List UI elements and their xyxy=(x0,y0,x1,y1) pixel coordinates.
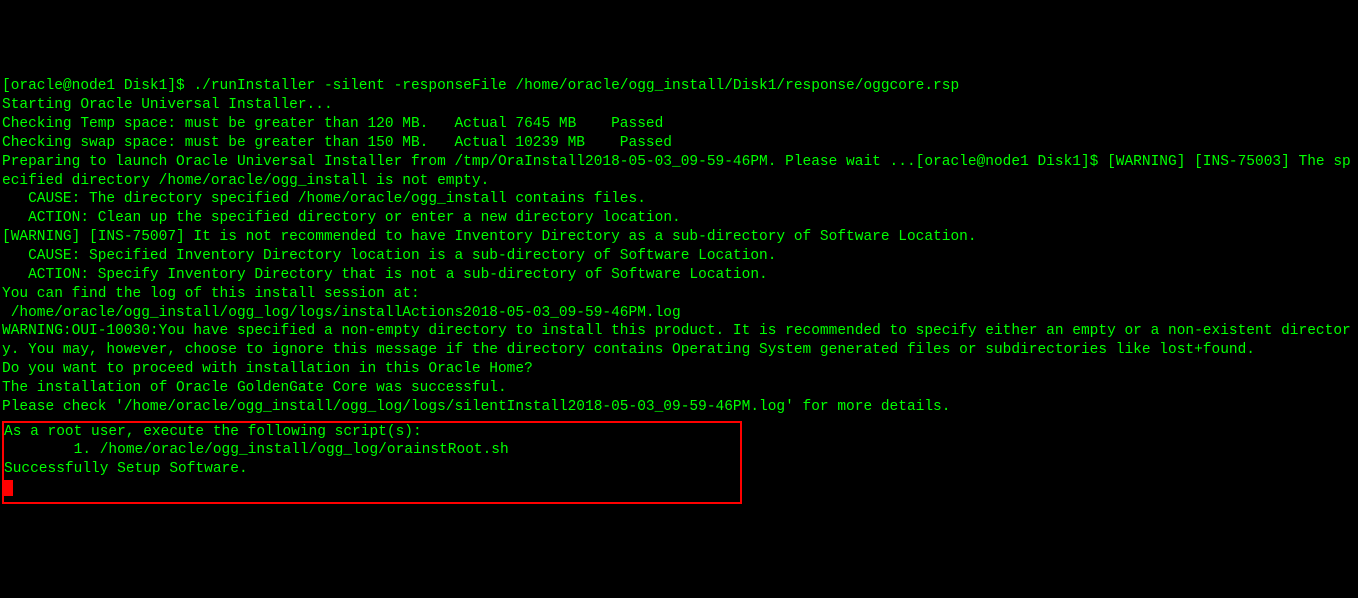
output-line: As a root user, execute the following sc… xyxy=(4,423,736,442)
output-line: Preparing to launch Oracle Universal Ins… xyxy=(2,153,1356,191)
output-line: Successfully Setup Software. xyxy=(4,460,736,479)
terminal-cursor xyxy=(4,480,13,496)
shell-prompt: [oracle@node1 Disk1]$ xyxy=(2,78,193,94)
output-line: The installation of Oracle GoldenGate Co… xyxy=(2,379,1356,398)
output-line: Do you want to proceed with installation… xyxy=(2,360,1356,379)
output-line: Please check '/home/oracle/ogg_install/o… xyxy=(2,398,1356,417)
command-text: ./runInstaller -silent -responseFile /ho… xyxy=(193,78,959,94)
output-line: /home/oracle/ogg_install/ogg_log/logs/in… xyxy=(2,304,1356,323)
output-line: ACTION: Clean up the specified directory… xyxy=(2,209,1356,228)
output-line: Checking swap space: must be greater tha… xyxy=(2,134,1356,153)
output-line: ACTION: Specify Inventory Directory that… xyxy=(2,266,1356,285)
output-line: CAUSE: The directory specified /home/ora… xyxy=(2,190,1356,209)
output-line: 1. /home/oracle/ogg_install/ogg_log/orai… xyxy=(4,441,736,460)
output-line: You can find the log of this install ses… xyxy=(2,285,1356,304)
output-line: Starting Oracle Universal Installer... xyxy=(2,96,1356,115)
output-line: WARNING:OUI-10030:You have specified a n… xyxy=(2,322,1356,360)
command-line: [oracle@node1 Disk1]$ ./runInstaller -si… xyxy=(2,77,1356,96)
output-line: [WARNING] [INS-75007] It is not recommen… xyxy=(2,228,1356,247)
highlighted-section: As a root user, execute the following sc… xyxy=(2,421,742,504)
terminal-output[interactable]: [oracle@node1 Disk1]$ ./runInstaller -si… xyxy=(2,77,1356,504)
output-line: CAUSE: Specified Inventory Directory loc… xyxy=(2,247,1356,266)
output-line: Checking Temp space: must be greater tha… xyxy=(2,115,1356,134)
